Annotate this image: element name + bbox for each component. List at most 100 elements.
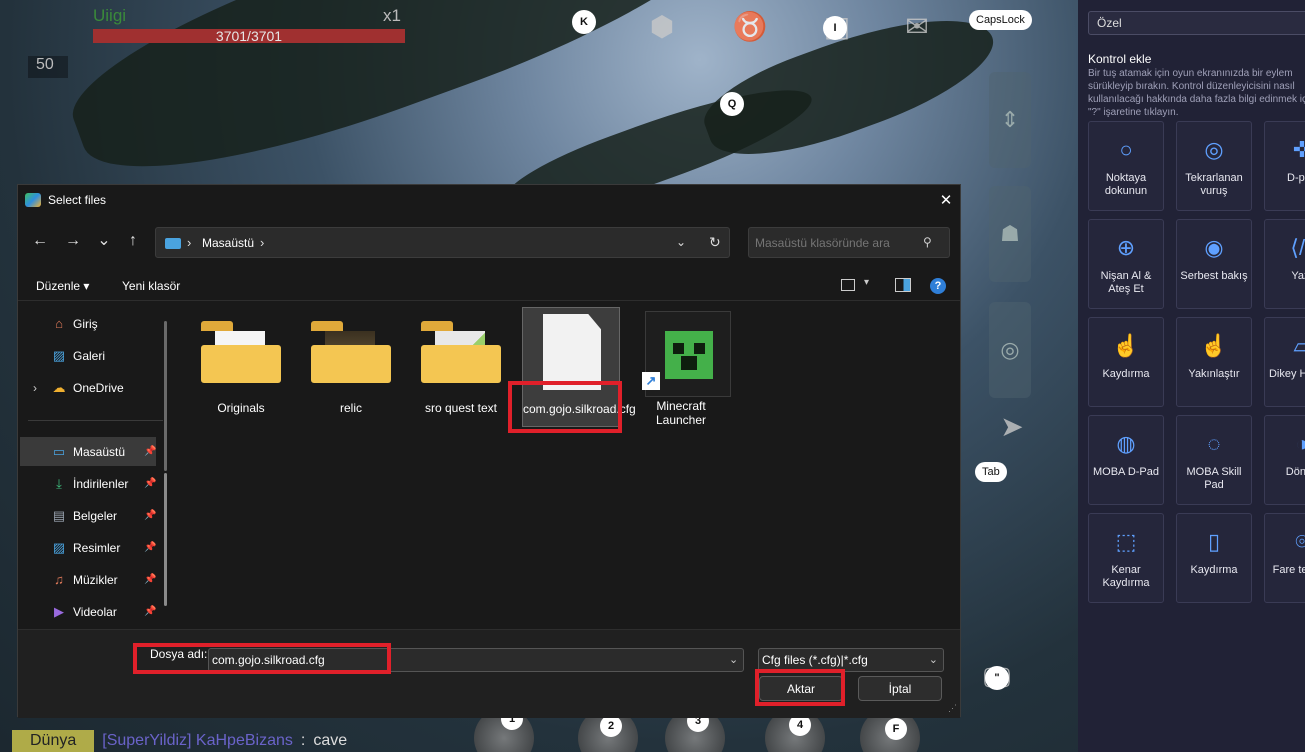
- arrow-icon[interactable]: ➤: [990, 408, 1034, 444]
- preview-pane-icon[interactable]: [895, 278, 911, 292]
- dialog-title: Select files: [48, 193, 107, 207]
- forward-button[interactable]: →: [63, 232, 83, 250]
- key-2[interactable]: 2: [600, 715, 622, 737]
- edge-scroll-icon: ⬚: [1115, 529, 1137, 554]
- navigation-pane: ⌂ Giriş ▨ Galeri › ☁ OneDrive ▭ Masaüstü 📌 ⤓ İndiri…: [18, 303, 173, 629]
- control-free-look[interactable]: ◉ Serbest bakış: [1176, 219, 1252, 309]
- dpad-icon: ✜: [1292, 137, 1305, 162]
- controls-editor-panel: Özel Kontrol ekle Bir tuş atamak için oy…: [1078, 0, 1305, 752]
- highlight-open-button: [755, 669, 845, 706]
- view-icon[interactable]: [841, 279, 855, 291]
- cancel-button[interactable]: İptal: [858, 676, 942, 701]
- cloud-icon: ☁: [52, 379, 66, 395]
- file-type-value: Cfg files (*.cfg)|*.cfg: [762, 653, 868, 667]
- nav-item-documents[interactable]: ▤ Belgeler 📌: [20, 501, 157, 530]
- nav-item-cloud[interactable]: › ☁ OneDrive: [20, 373, 156, 402]
- nav-item-videos[interactable]: ▶ Videolar 📌: [20, 597, 156, 626]
- character-icon[interactable]: ☗: [989, 186, 1031, 282]
- control-dpad[interactable]: ✜ D-pad: [1264, 121, 1305, 211]
- target-icon[interactable]: ◎: [989, 302, 1031, 398]
- text-input-icon: ⟨/⟩: [1290, 235, 1305, 260]
- target-level: 50: [28, 56, 68, 78]
- control-label: Noktaya dokunun: [1104, 172, 1148, 197]
- free-look-icon: ◉: [1204, 235, 1224, 260]
- nav-item-desktop[interactable]: ▭ Masaüstü 📌: [20, 437, 156, 466]
- chat-line: Dünya [SuperYildiz] KaHpeBizans : cave: [12, 730, 347, 752]
- bull-icon[interactable]: ♉: [728, 8, 772, 44]
- close-button[interactable]: ✕: [936, 191, 956, 209]
- nav-item-gallery[interactable]: ▨ Galeri: [20, 341, 156, 370]
- control-scroll[interactable]: ▯ Kaydırma: [1176, 513, 1252, 603]
- up-button[interactable]: ↑: [123, 232, 143, 250]
- target-multiplier: x1: [383, 6, 401, 25]
- address-bar[interactable]: › Masaüstü › ⌄ ↻: [155, 227, 730, 258]
- nav-item-home[interactable]: ⌂ Giriş: [20, 309, 156, 338]
- control-moba-skill[interactable]: ◌ MOBA Skill Pad: [1176, 415, 1252, 505]
- control-tilt[interactable]: ▱ Dikey Hareke: [1264, 317, 1305, 407]
- shortcut-item[interactable]: ↗ Minecraft Launcher: [632, 307, 731, 427]
- highlight-selected-file: [508, 381, 622, 433]
- nav-item-pictures[interactable]: ▨ Resimler 📌: [20, 533, 157, 562]
- resize-grip-icon[interactable]: ⋰: [948, 703, 957, 714]
- file-name-dropdown-icon[interactable]: ⌄: [729, 653, 738, 666]
- help-icon[interactable]: ?: [930, 278, 946, 294]
- title-bar[interactable]: Select files ✕: [18, 185, 960, 215]
- gallery-icon: ▨: [52, 347, 66, 363]
- refresh-icon[interactable]: ↻: [709, 234, 721, 251]
- recent-locations-button[interactable]: ⌄: [94, 230, 114, 250]
- breadcrumb-desktop[interactable]: Masaüstü: [202, 236, 254, 250]
- key-i[interactable]: I: [823, 16, 847, 40]
- home-icon: ⌂: [55, 316, 63, 331]
- key-k[interactable]: K: [572, 10, 596, 34]
- key-capslock[interactable]: CapsLock: [969, 10, 1032, 30]
- mail-icon[interactable]: ✉: [895, 8, 939, 44]
- control-edge-scroll[interactable]: ⬚ Kenar Kaydırma: [1088, 513, 1164, 603]
- command-bar: Düzenle ▾ Yeni klasör ▾ ?: [18, 271, 960, 301]
- view-dropdown-icon[interactable]: ▾: [864, 277, 869, 288]
- breadcrumb-separator[interactable]: ›: [260, 235, 264, 250]
- folder-item[interactable]: relic: [302, 307, 400, 427]
- new-folder-button[interactable]: Yeni klasör: [122, 279, 180, 293]
- back-button[interactable]: ←: [30, 232, 50, 250]
- control-rotate[interactable]: ◑ Döndü: [1264, 415, 1305, 505]
- key-quote[interactable]: ": [985, 666, 1009, 690]
- documents-icon: ▤: [52, 507, 66, 523]
- pin-icon: 📌: [144, 478, 157, 489]
- pin-icon: 📌: [144, 574, 157, 585]
- pin-icon: 📌: [144, 542, 157, 553]
- control-tap-point[interactable]: ○ Noktaya dokunun: [1088, 121, 1164, 211]
- tap-point-icon: ○: [1119, 137, 1133, 162]
- search-input[interactable]: [748, 227, 950, 258]
- nav-item-music[interactable]: ♫ Müzikler 📌: [20, 565, 156, 594]
- expand-icon[interactable]: ›: [33, 381, 37, 395]
- tilt-icon: ▱: [1293, 333, 1305, 358]
- rocks-icon[interactable]: ⬢: [640, 8, 684, 44]
- target-name: Uiigi: [93, 6, 127, 25]
- organize-button[interactable]: Düzenle ▾: [36, 279, 89, 293]
- nav-item-download[interactable]: ⤓ İndirilenler 📌: [20, 469, 156, 498]
- control-swipe[interactable]: ☝ Kaydırma: [1088, 317, 1164, 407]
- folder-item[interactable]: sro quest text: [412, 307, 510, 427]
- key-tab[interactable]: Tab: [975, 462, 1007, 482]
- aim-fire-icon: ⊕: [1116, 235, 1136, 260]
- folder-icon: [311, 321, 391, 383]
- folder-item[interactable]: Originals: [192, 307, 290, 427]
- control-repeated-tap[interactable]: ◎ Tekrarlanan vuruş: [1176, 121, 1252, 211]
- address-dropdown-icon[interactable]: ⌄: [676, 235, 686, 249]
- control-zoom[interactable]: ☝ Yakınlaştır: [1176, 317, 1252, 407]
- profile-select[interactable]: Özel: [1088, 11, 1305, 35]
- nav-scrollbar[interactable]: [164, 321, 167, 606]
- highlight-file-name: [133, 643, 391, 674]
- key-f[interactable]: F: [885, 718, 907, 740]
- control-text-input[interactable]: ⟨/⟩ Yazı: [1264, 219, 1305, 309]
- key-q[interactable]: Q: [720, 92, 744, 116]
- move-icon[interactable]: ⇕: [989, 72, 1031, 168]
- music-icon: ♫: [54, 572, 64, 587]
- nav-item-label: İndirilenler: [73, 476, 129, 491]
- breadcrumb-separator[interactable]: ›: [187, 235, 191, 250]
- nav-item-label: Resimler: [73, 540, 121, 555]
- control-moba-dpad[interactable]: ◍ MOBA D-Pad: [1088, 415, 1164, 505]
- control-aim-fire[interactable]: ⊕ Nişan Al & Ateş Et: [1088, 219, 1164, 309]
- control-mouse-wheel[interactable]: ⌾ Fare tekerle: [1264, 513, 1305, 603]
- bluestacks-icon: [25, 193, 41, 207]
